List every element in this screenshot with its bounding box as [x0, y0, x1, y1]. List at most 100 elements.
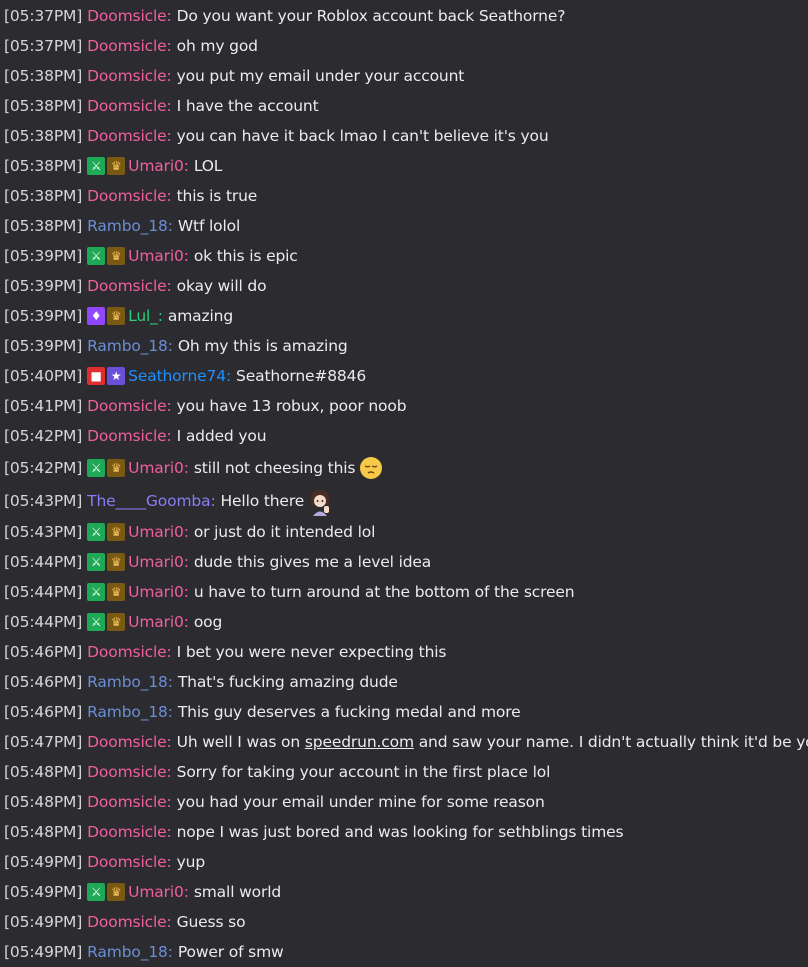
message-text: oog: [194, 612, 223, 632]
message-body: yup: [176, 853, 206, 871]
username[interactable]: Rambo_18: [87, 672, 168, 692]
username-colon: :: [166, 853, 172, 871]
username[interactable]: Rambo_18: [87, 216, 168, 236]
timestamp: [05:44PM]: [4, 553, 83, 571]
username[interactable]: Umari0: [128, 156, 184, 176]
crown-icon[interactable]: ♛: [107, 883, 126, 901]
message-text: amazing: [168, 306, 233, 326]
username-colon: :: [183, 157, 189, 175]
chat-message: [05:38PM] Doomsicle: this is true: [0, 181, 808, 211]
username[interactable]: Umari0: [128, 522, 184, 542]
chat-message: [05:49PM] Doomsicle: Guess so: [0, 907, 808, 937]
username[interactable]: Doomsicle: [87, 762, 167, 782]
message-text: u have to turn around at the bottom of t…: [194, 582, 575, 602]
username[interactable]: Umari0: [128, 882, 184, 902]
message-body: or just do it intended lol: [193, 523, 376, 541]
username-colon: :: [166, 733, 172, 751]
username[interactable]: Doomsicle: [87, 36, 167, 56]
moderator-sword-icon[interactable]: ⚔: [87, 613, 106, 631]
username-colon: :: [166, 763, 172, 781]
crown-icon[interactable]: ♛: [107, 613, 126, 631]
moderator-sword-icon[interactable]: ⚔: [87, 157, 106, 175]
crown-icon[interactable]: ♛: [107, 583, 126, 601]
message-body: small world: [193, 883, 282, 901]
username[interactable]: Umari0: [128, 582, 184, 602]
message-body: you can have it back lmao I can't believ…: [176, 127, 549, 145]
username[interactable]: Doomsicle: [87, 6, 167, 26]
crown-icon[interactable]: ♛: [107, 523, 126, 541]
message-text: That's fucking amazing dude: [178, 672, 398, 692]
username[interactable]: Doomsicle: [87, 126, 167, 146]
crown-icon[interactable]: ♛: [107, 553, 126, 571]
username[interactable]: Doomsicle: [87, 426, 167, 446]
username[interactable]: The____Goomba: [87, 491, 210, 511]
crown-icon[interactable]: ♛: [107, 458, 126, 477]
star-icon[interactable]: ★: [107, 367, 126, 385]
message-link[interactable]: speedrun.com: [305, 733, 414, 751]
message-body: u have to turn around at the bottom of t…: [193, 583, 575, 601]
timestamp: [05:39PM]: [4, 247, 83, 265]
moderator-sword-icon[interactable]: ⚔: [87, 883, 106, 901]
crown-icon[interactable]: ♛: [107, 157, 126, 175]
username[interactable]: Doomsicle: [87, 96, 167, 116]
gem-icon[interactable]: ♦: [87, 307, 106, 325]
broadcaster-camera-icon[interactable]: ■: [87, 367, 106, 385]
timestamp: [05:47PM]: [4, 733, 83, 751]
chat-message: [05:38PM] Rambo_18: Wtf lolol: [0, 211, 808, 241]
username[interactable]: Rambo_18: [87, 702, 168, 722]
crown-icon[interactable]: ♛: [107, 307, 126, 325]
message-body: nope I was just bored and was looking fo…: [176, 823, 624, 841]
message-body: dude this gives me a level idea: [193, 553, 432, 571]
username[interactable]: Doomsicle: [87, 912, 167, 932]
timestamp: [05:39PM]: [4, 307, 83, 325]
username[interactable]: Doomsicle: [87, 276, 167, 296]
moderator-sword-icon[interactable]: ⚔: [87, 583, 106, 601]
username[interactable]: Lul_: [128, 306, 158, 326]
username-colon: :: [167, 217, 173, 235]
message-body: Power of smw: [177, 943, 284, 961]
timestamp: [05:49PM]: [4, 883, 83, 901]
moderator-sword-icon[interactable]: ⚔: [87, 553, 106, 571]
message-text: you put my email under your account: [177, 66, 465, 86]
message-body: I bet you were never expecting this: [176, 643, 447, 661]
username-colon: :: [225, 367, 232, 385]
badge-group: ■ ★: [87, 367, 126, 385]
username[interactable]: Doomsicle: [87, 186, 167, 206]
message-body: This guy deserves a fucking medal and mo…: [177, 703, 521, 721]
message-body-tail: and saw your name. I didn't actually thi…: [413, 733, 808, 751]
username[interactable]: Rambo_18: [87, 336, 168, 356]
timestamp: [05:42PM]: [4, 427, 83, 445]
timestamp: [05:44PM]: [4, 613, 83, 631]
message-body: this is true: [176, 187, 258, 205]
username[interactable]: Seathorne74: [128, 366, 226, 386]
username[interactable]: Doomsicle: [87, 822, 167, 842]
username-colon: :: [183, 523, 189, 541]
moderator-sword-icon[interactable]: ⚔: [87, 458, 106, 477]
username[interactable]: Doomsicle: [87, 732, 167, 752]
username[interactable]: Doomsicle: [87, 66, 167, 86]
username[interactable]: Umari0: [128, 458, 184, 478]
badge-group: ⚔ ♛: [87, 553, 126, 571]
badge-group: ⚔ ♛: [87, 157, 126, 175]
moderator-sword-icon[interactable]: ⚔: [87, 247, 106, 265]
username[interactable]: Umari0: [128, 552, 184, 572]
message-body: you have 13 robux, poor noob: [176, 397, 407, 415]
username[interactable]: Doomsicle: [87, 792, 167, 812]
crown-icon[interactable]: ♛: [107, 247, 126, 265]
username[interactable]: Rambo_18: [87, 942, 168, 962]
username[interactable]: Doomsicle: [87, 396, 167, 416]
username-colon: :: [166, 7, 172, 25]
timestamp: [05:37PM]: [4, 37, 83, 55]
timestamp: [05:49PM]: [4, 913, 83, 931]
username[interactable]: Doomsicle: [87, 852, 167, 872]
username[interactable]: Umari0: [128, 612, 184, 632]
username-colon: :: [166, 187, 172, 205]
timestamp: [05:38PM]: [4, 97, 83, 115]
username-colon: :: [166, 67, 172, 85]
moderator-sword-icon[interactable]: ⚔: [87, 523, 106, 541]
timestamp: [05:46PM]: [4, 673, 83, 691]
username[interactable]: Umari0: [128, 246, 184, 266]
message-text: small world: [194, 882, 281, 902]
message-body: I have the account: [176, 97, 319, 115]
username[interactable]: Doomsicle: [87, 642, 167, 662]
